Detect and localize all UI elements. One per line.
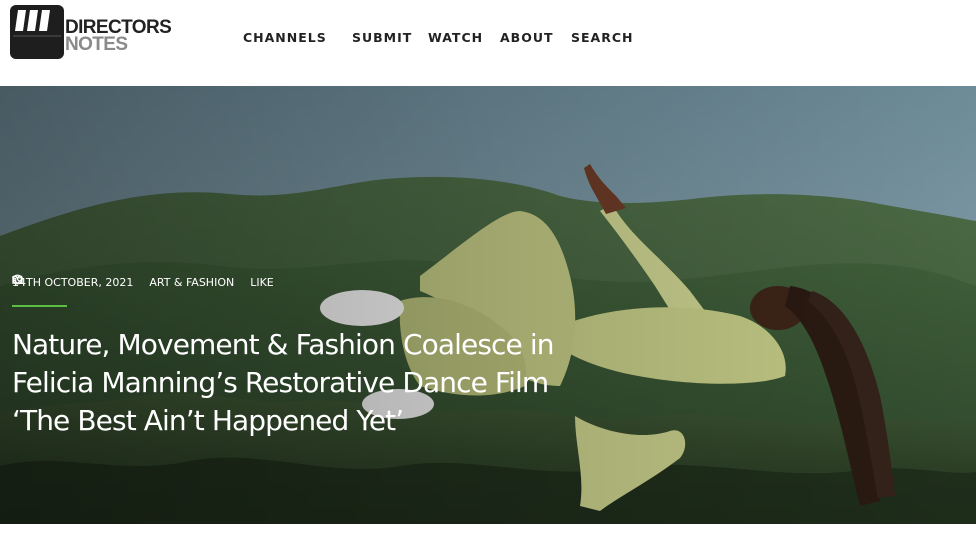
title-divider: [12, 305, 67, 307]
logo-line-2: NOTES: [65, 34, 128, 55]
article-meta: 14TH OCTOBER, 2021 ART & FASHION LIKE: [12, 274, 290, 290]
logo-wordmark: DIRECTORS NOTES: [65, 18, 172, 55]
article-category[interactable]: ART & FASHION: [12, 275, 235, 289]
nav-search[interactable]: SEARCH: [571, 30, 633, 45]
nav-submit[interactable]: SUBMIT: [352, 30, 412, 45]
article-category-text: ART & FASHION: [149, 275, 235, 289]
nav-about[interactable]: ABOUT: [500, 30, 554, 45]
article-date-text: 14TH OCTOBER, 2021: [12, 275, 134, 289]
hero-overlay: [0, 86, 976, 524]
nav-watch[interactable]: WATCH: [428, 30, 483, 45]
like-button[interactable]: LIKE: [12, 275, 274, 289]
heart-icon: [12, 275, 23, 285]
hero-banner[interactable]: 14TH OCTOBER, 2021 ART & FASHION LIKE Na…: [0, 86, 976, 524]
site-header: DIRECTORS NOTES CHANNELS SUBMIT WATCH AB…: [0, 0, 976, 86]
like-label: LIKE: [250, 275, 274, 289]
nav-channels[interactable]: CHANNELS: [243, 30, 327, 45]
clapperboard-icon: [10, 5, 64, 59]
site-logo[interactable]: DIRECTORS NOTES: [10, 5, 172, 59]
article-title[interactable]: Nature, Movement & Fashion Coalesce in F…: [12, 326, 572, 440]
article-date: 14TH OCTOBER, 2021: [12, 274, 134, 289]
